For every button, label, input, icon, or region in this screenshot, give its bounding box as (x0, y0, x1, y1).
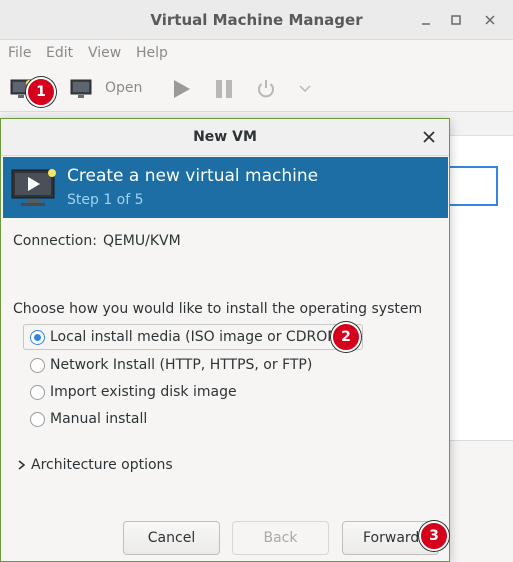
connection-row: Connection: QEMU/KVM (13, 233, 181, 249)
menu-view[interactable]: View (88, 45, 121, 61)
radio-local-install-media[interactable]: Local install media (ISO image or CDROM) (23, 324, 363, 350)
architecture-expander[interactable]: Architecture options (17, 457, 173, 473)
radio-button[interactable] (30, 411, 45, 427)
minimize-icon[interactable] (416, 10, 436, 30)
radio-manual-install[interactable]: Manual install (30, 406, 147, 432)
architecture-label: Architecture options (31, 457, 173, 473)
banner-step: Step 1 of 5 (67, 192, 144, 208)
main-titlebar: Virtual Machine Manager (0, 0, 513, 40)
new-vm-dialog: New VM Create a new virtual machine Step… (0, 118, 450, 562)
menu-file[interactable]: File (8, 45, 31, 61)
menu-help[interactable]: Help (136, 45, 168, 61)
main-window-title: Virtual Machine Manager (150, 11, 363, 29)
banner-title: Create a new virtual machine (67, 166, 319, 186)
radio-label: Manual install (50, 411, 148, 427)
back-button[interactable]: Back (232, 521, 329, 555)
connection-value: QEMU/KVM (102, 233, 181, 249)
open-vm-icon[interactable] (70, 78, 94, 104)
cancel-button[interactable]: Cancel (123, 521, 220, 555)
radio-label: Network Install (HTTP, HTTPS, or FTP) (50, 357, 313, 373)
radio-label: Import existing disk image (50, 384, 237, 400)
dialog-close-icon[interactable] (419, 127, 439, 147)
connection-label: Connection: (13, 233, 97, 249)
radio-label: Local install media (ISO image or CDROM) (50, 329, 345, 345)
step-badge-3: 3 (419, 521, 449, 551)
pause-icon[interactable] (213, 78, 235, 104)
menubar: File Edit View Help (0, 40, 513, 68)
open-button[interactable]: Open (105, 80, 142, 96)
radio-button[interactable] (30, 357, 45, 373)
chevron-right-icon (18, 460, 26, 470)
close-icon[interactable] (480, 10, 500, 30)
maximize-icon[interactable] (446, 10, 466, 30)
radio-button[interactable] (30, 384, 45, 400)
run-icon[interactable] (170, 78, 192, 104)
radio-button[interactable] (30, 329, 45, 345)
step-badge-2: 2 (331, 322, 361, 352)
vm-monitor-icon (11, 167, 57, 213)
wizard-banner: Create a new virtual machine Step 1 of 5 (3, 157, 448, 218)
radio-network-install[interactable]: Network Install (HTTP, HTTPS, or FTP) (30, 352, 312, 378)
install-prompt: Choose how you would like to install the… (13, 301, 423, 317)
radio-import-disk[interactable]: Import existing disk image (30, 379, 237, 405)
shutdown-menu-chevron-icon[interactable] (298, 82, 312, 100)
shutdown-icon[interactable] (255, 78, 277, 104)
toolbar: Open (0, 68, 513, 112)
menu-edit[interactable]: Edit (46, 45, 73, 61)
dialog-titlebar: New VM (1, 119, 449, 156)
dialog-title: New VM (193, 129, 257, 145)
step-badge-1: 1 (26, 77, 56, 107)
